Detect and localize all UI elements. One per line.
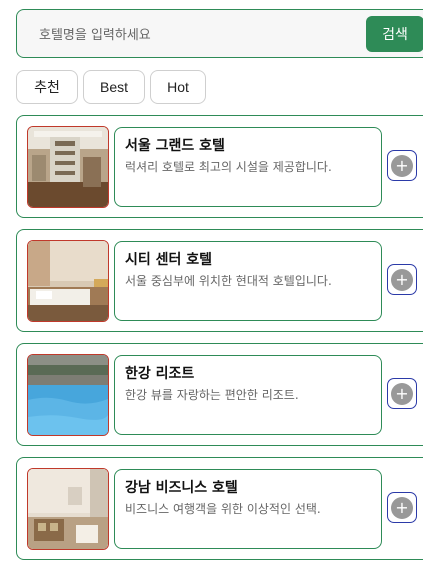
plus-icon: + — [391, 496, 413, 519]
tab-best[interactable]: Best — [83, 70, 145, 104]
hotel-image — [27, 468, 109, 550]
hotel-name: 서울 그랜드 호텔 — [125, 138, 225, 154]
hotel-card[interactable]: 한강 리조트 한강 뷰를 자랑하는 편안한 리조트. + — [16, 343, 423, 446]
tab-hot[interactable]: Hot — [150, 70, 206, 104]
hotel-image — [27, 126, 109, 208]
hotel-card[interactable]: 강남 비즈니스 호텔 비즈니스 여행객을 위한 이상적인 선택. + — [16, 457, 423, 560]
hotel-name: 강남 비즈니스 호텔 — [125, 480, 238, 496]
search-bar: 검색 — [16, 9, 423, 58]
plus-icon: + — [391, 154, 413, 177]
add-button[interactable]: + — [387, 150, 417, 181]
hotel-name: 한강 리조트 — [125, 366, 195, 382]
hotel-info: 한강 리조트 한강 뷰를 자랑하는 편안한 리조트. — [114, 355, 382, 435]
search-input[interactable] — [37, 24, 361, 46]
hotel-image — [27, 354, 109, 436]
hotel-card[interactable]: 시티 센터 호텔 서울 중심부에 위치한 현대적 호텔입니다. + — [16, 229, 423, 332]
add-button[interactable]: + — [387, 378, 417, 409]
add-button[interactable]: + — [387, 264, 417, 295]
hotel-description: 비즈니스 여행객을 위한 이상적인 선택. — [125, 502, 321, 516]
search-button[interactable]: 검색 — [366, 16, 423, 52]
hotel-info: 서울 그랜드 호텔 럭셔리 호텔로 최고의 시설을 제공합니다. — [114, 127, 382, 207]
hotel-card[interactable]: 서울 그랜드 호텔 럭셔리 호텔로 최고의 시설을 제공합니다. + — [16, 115, 423, 218]
hotel-description: 서울 중심부에 위치한 현대적 호텔입니다. — [125, 274, 332, 288]
plus-icon: + — [391, 382, 413, 405]
hotel-info: 시티 센터 호텔 서울 중심부에 위치한 현대적 호텔입니다. — [114, 241, 382, 321]
tab-recommended[interactable]: 추천 — [16, 70, 78, 104]
hotel-image — [27, 240, 109, 322]
hotel-description: 한강 뷰를 자랑하는 편안한 리조트. — [125, 388, 299, 402]
add-button[interactable]: + — [387, 492, 417, 523]
hotel-name: 시티 센터 호텔 — [125, 252, 213, 268]
plus-icon: + — [391, 268, 413, 291]
hotel-info: 강남 비즈니스 호텔 비즈니스 여행객을 위한 이상적인 선택. — [114, 469, 382, 549]
hotel-description: 럭셔리 호텔로 최고의 시설을 제공합니다. — [125, 160, 332, 174]
